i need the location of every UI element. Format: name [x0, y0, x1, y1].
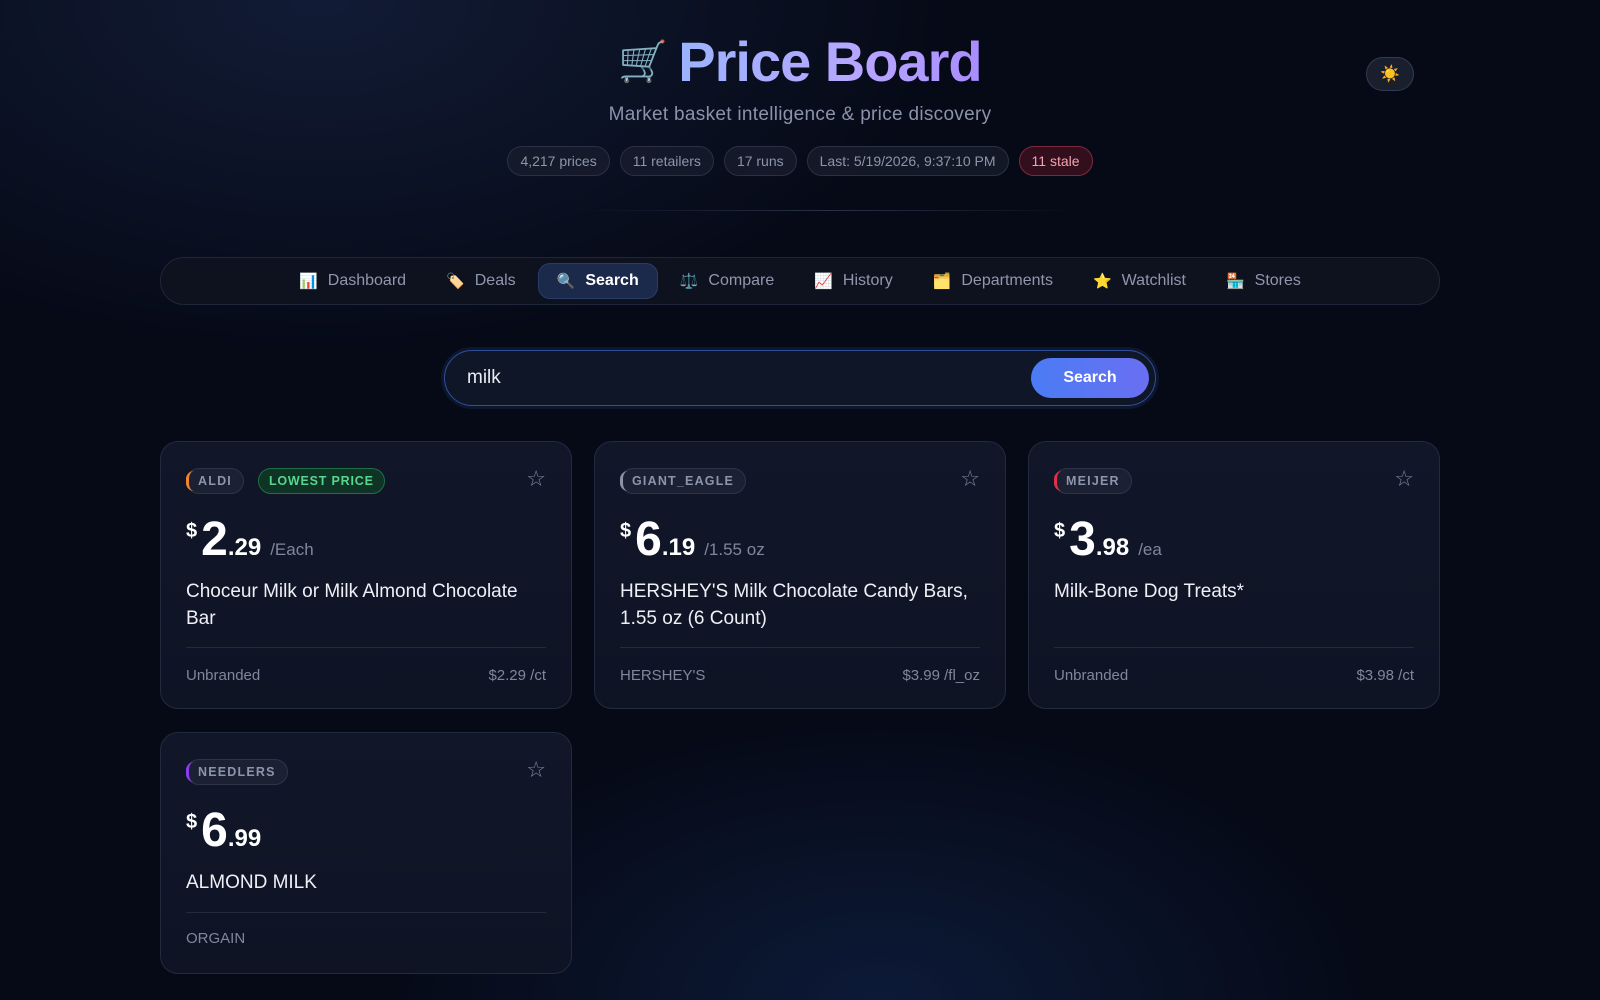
header-divider [580, 210, 1080, 211]
search-box: Search [444, 350, 1156, 406]
price-currency: $ [186, 811, 198, 833]
store-icon: 🏪 [1225, 273, 1245, 290]
card-divider [186, 647, 546, 648]
price: $ 2 .29 /Each [186, 514, 314, 566]
product-name: ALMOND MILK [186, 872, 317, 893]
tag-icon: 🏷️ [446, 273, 465, 290]
price-currency: $ [620, 520, 632, 542]
price: $ 6 .99 [186, 805, 270, 857]
tab-label: Search [585, 272, 639, 289]
price-cents: .29 [227, 534, 262, 561]
stat-runs: 17 runs [723, 146, 797, 176]
price-cents: .98 [1095, 534, 1130, 561]
tab-label: Departments [961, 272, 1053, 289]
product-brand: ORGAIN [186, 930, 246, 947]
search-input[interactable] [467, 363, 1007, 393]
tab-label: History [842, 272, 893, 289]
tab-label: Dashboard [327, 272, 407, 289]
product-brand: HERSHEY'S [620, 667, 706, 684]
theme-toggle-button[interactable]: ☀️ [1366, 57, 1414, 91]
scales-icon: ⚖️ [679, 273, 699, 290]
price-unit: /1.55 oz [704, 540, 765, 559]
tab-dashboard[interactable]: 📊 Dashboard [281, 263, 424, 299]
sun-icon: ☀️ [1380, 66, 1400, 83]
card-divider [1054, 647, 1414, 648]
price-whole: 2 [201, 513, 228, 566]
card-footer: Unbranded $3.98 /ct [1054, 667, 1414, 684]
watchlist-star-icon[interactable]: ☆ [526, 466, 546, 492]
tab-label: Watchlist [1121, 272, 1186, 289]
card-header: MEIJER [1054, 468, 1132, 494]
store-badge: ALDI [186, 468, 244, 494]
price: $ 6 .19 /1.55 oz [620, 514, 765, 566]
tab-label: Stores [1254, 272, 1301, 289]
folder-icon: 🗂️ [932, 273, 952, 290]
tab-deals[interactable]: 🏷️ Deals [428, 263, 534, 299]
product-name: Choceur Milk or Milk Almond Chocolate Ba… [186, 581, 518, 629]
price: $ 3 .98 /ea [1054, 514, 1162, 566]
price-cents: .99 [227, 825, 262, 852]
unit-price: $2.29 /ct [488, 667, 546, 684]
price-unit: /Each [270, 540, 314, 559]
product-card-aldi[interactable]: ALDI LOWEST PRICE ☆ $ 2 .29 /Each Choceu… [160, 441, 572, 709]
stat-prices: 4,217 prices [507, 146, 610, 176]
price-currency: $ [186, 520, 198, 542]
stat-stale[interactable]: 11 stale [1018, 146, 1093, 176]
stats-bar: 4,217 prices 11 retailers 17 runs Last: … [0, 146, 1600, 176]
unit-price: $3.98 /ct [1356, 667, 1414, 684]
store-badge: MEIJER [1054, 468, 1132, 494]
watchlist-star-icon[interactable]: ☆ [1394, 466, 1414, 492]
main-nav: 📊 Dashboard 🏷️ Deals 🔍 Search ⚖️ Compare… [160, 257, 1440, 305]
price-unit: /ea [1138, 540, 1162, 559]
shopping-cart-icon: 🛒 [618, 40, 669, 84]
product-name: Milk-Bone Dog Treats* [1054, 581, 1245, 602]
tab-label: Compare [708, 272, 775, 289]
tab-departments[interactable]: 🗂️ Departments [915, 263, 1071, 299]
tab-watchlist[interactable]: ⭐ Watchlist [1075, 263, 1204, 299]
page-subtitle: Market basket intelligence & price disco… [608, 104, 992, 125]
product-card-meijer[interactable]: MEIJER ☆ $ 3 .98 /ea Milk-Bone Dog Treat… [1028, 441, 1440, 709]
stat-retailers: 11 retailers [619, 146, 714, 176]
tab-history[interactable]: 📈 History [796, 263, 910, 299]
watchlist-star-icon[interactable]: ☆ [960, 466, 980, 492]
price-cents: .19 [661, 534, 696, 561]
price-whole: 6 [201, 804, 228, 857]
title-row: 🛒 Price Board [0, 30, 1600, 94]
store-badge: NEEDLERS [186, 759, 288, 785]
card-header: NEEDLERS [186, 759, 288, 785]
watchlist-star-icon[interactable]: ☆ [526, 757, 546, 783]
lowest-price-badge: LOWEST PRICE [257, 468, 385, 494]
product-brand: Unbranded [186, 667, 261, 684]
unit-price: $3.99 /fl_oz [902, 667, 980, 684]
card-divider [186, 912, 546, 913]
trend-chart-icon: 📈 [814, 273, 833, 290]
product-name: HERSHEY'S Milk Chocolate Candy Bars, 1.5… [620, 581, 968, 629]
card-divider [620, 647, 980, 648]
card-header: GIANT_EAGLE [620, 468, 747, 494]
card-header: ALDI LOWEST PRICE [186, 468, 385, 494]
bar-chart-icon: 📊 [299, 273, 318, 290]
search-button[interactable]: Search [1031, 358, 1149, 398]
tab-compare[interactable]: ⚖️ Compare [662, 263, 793, 299]
tab-label: Deals [474, 272, 516, 289]
magnifier-icon: 🔍 [556, 273, 576, 290]
price-currency: $ [1054, 520, 1066, 542]
star-icon: ⭐ [1092, 273, 1112, 290]
tab-search[interactable]: 🔍 Search [537, 263, 658, 299]
card-footer: ORGAIN [186, 930, 546, 947]
card-footer: HERSHEY'S $3.99 /fl_oz [620, 667, 980, 684]
store-badge: GIANT_EAGLE [620, 468, 747, 494]
card-footer: Unbranded $2.29 /ct [186, 667, 546, 684]
product-brand: Unbranded [1054, 667, 1129, 684]
product-card-giant-eagle[interactable]: GIANT_EAGLE ☆ $ 6 .19 /1.55 oz HERSHEY'S… [594, 441, 1006, 709]
product-card-needlers[interactable]: NEEDLERS ☆ $ 6 .99 ALMOND MILK ORGAIN [160, 732, 572, 974]
price-whole: 6 [635, 513, 662, 566]
tab-stores[interactable]: 🏪 Stores [1208, 263, 1319, 299]
stat-last-updated: Last: 5/19/2026, 9:37:10 PM [806, 146, 1009, 176]
page-title: Price Board [678, 30, 982, 93]
price-whole: 3 [1069, 513, 1096, 566]
